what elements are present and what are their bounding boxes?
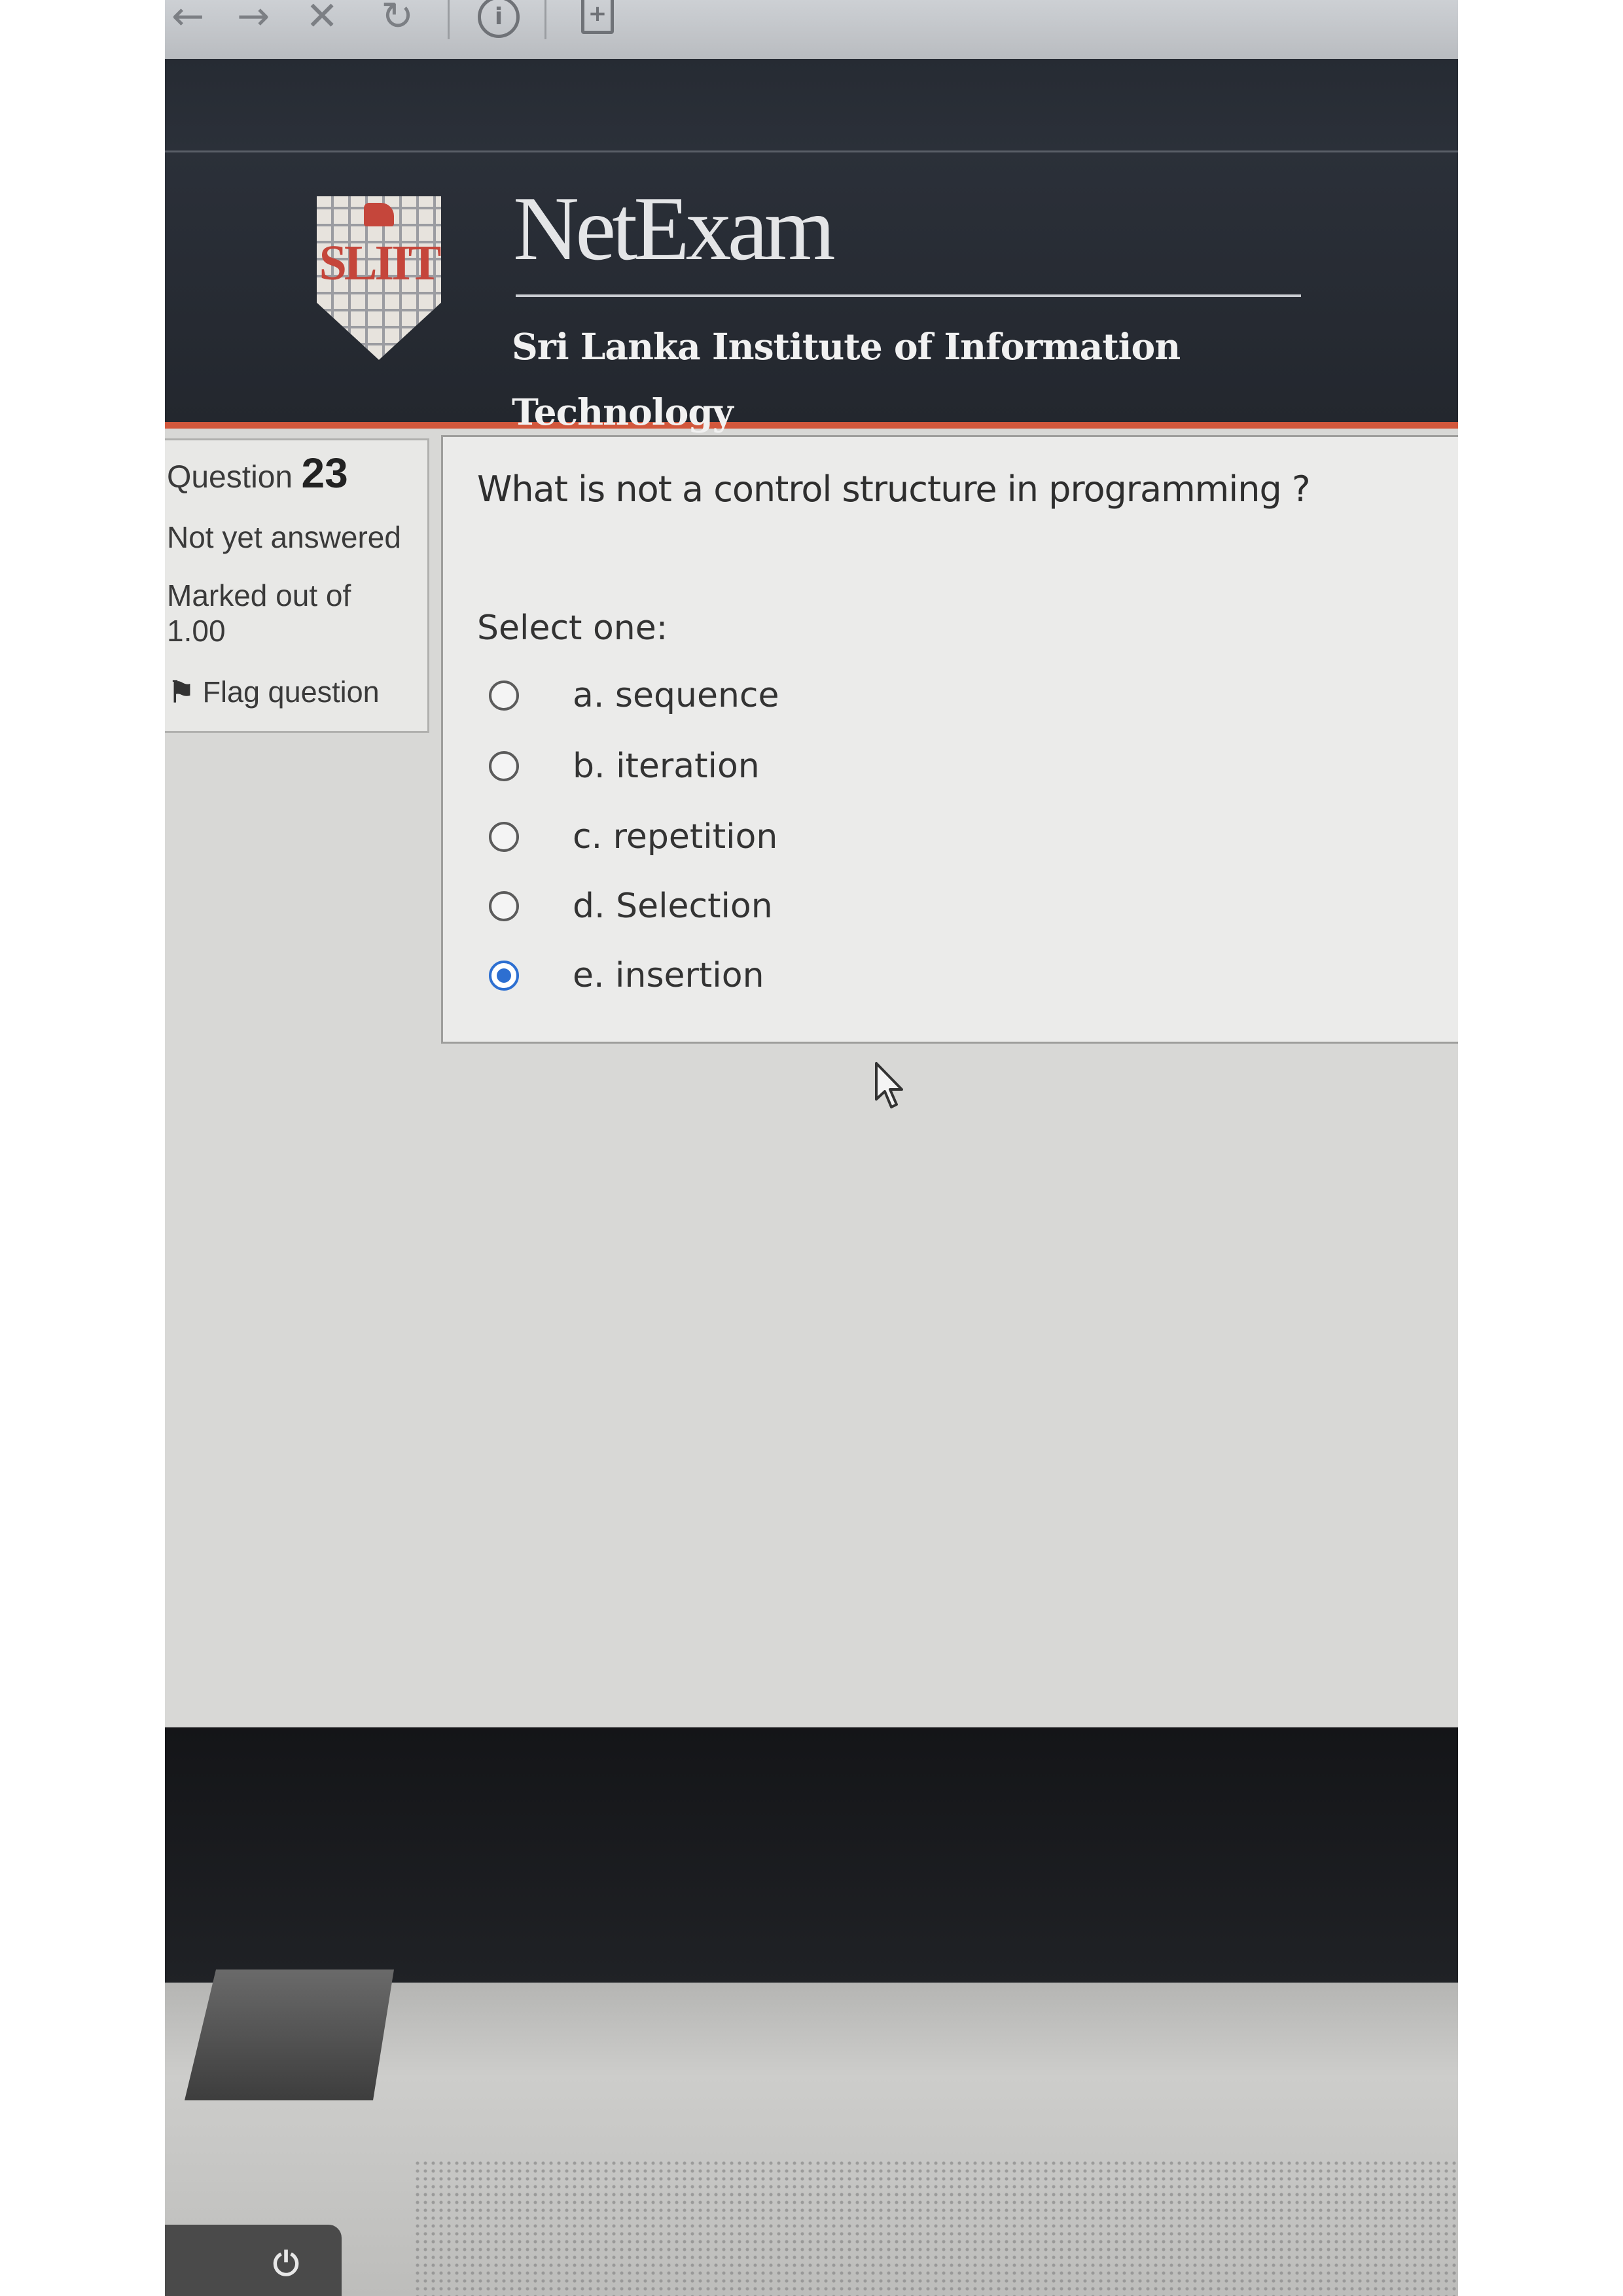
answer-option-e[interactable]: e. insertion bbox=[489, 953, 1078, 1005]
answer-option-a[interactable]: a. sequence bbox=[489, 673, 1078, 725]
radio-button[interactable] bbox=[489, 822, 519, 852]
header-divider bbox=[165, 150, 1458, 152]
question-label: Question bbox=[167, 460, 293, 495]
brand-title: NetExam bbox=[513, 178, 836, 279]
option-label: a. sequence bbox=[573, 676, 779, 715]
power-button-area: ⏻ bbox=[165, 2225, 342, 2296]
flag-icon: ⚑ bbox=[168, 675, 195, 709]
elephant-icon bbox=[364, 203, 394, 226]
mouse-cursor-icon bbox=[875, 1062, 903, 1108]
answer-option-c[interactable]: c. repetition bbox=[489, 814, 1078, 866]
reload-icon[interactable]: ↻ bbox=[381, 0, 414, 39]
toolbar-divider bbox=[448, 0, 450, 39]
select-prompt: Select one: bbox=[477, 609, 668, 648]
brand-rule bbox=[516, 294, 1301, 297]
radio-button[interactable] bbox=[489, 680, 519, 711]
question-number: 23 bbox=[301, 450, 348, 497]
flag-label: Flag question bbox=[202, 675, 380, 709]
answer-option-d[interactable]: d. Selection bbox=[489, 883, 1078, 936]
option-label: c. repetition bbox=[573, 817, 778, 857]
institute-name: Sri Lanka Institute of Information Techn… bbox=[512, 325, 1181, 433]
laptop-bezel bbox=[165, 1727, 1458, 1989]
answer-option-b[interactable]: b. iteration bbox=[489, 743, 1078, 796]
power-icon[interactable]: ⏻ bbox=[270, 2248, 302, 2280]
question-panel: What is not a control structure in progr… bbox=[441, 435, 1458, 1044]
option-label: d. Selection bbox=[573, 887, 773, 926]
flag-question-link[interactable]: ⚑ Flag question bbox=[168, 673, 380, 712]
marks-info: Marked out of 1.00 bbox=[167, 578, 351, 648]
question-info-panel: Question 23 Not yet answered Marked out … bbox=[165, 438, 429, 733]
laptop-hinge bbox=[185, 1969, 394, 2100]
answer-status: Not yet answered bbox=[167, 520, 401, 554]
radio-button-selected[interactable] bbox=[489, 961, 519, 991]
forward-icon[interactable]: → bbox=[237, 0, 270, 39]
sliit-logo: SLIIT bbox=[317, 196, 441, 360]
radio-button[interactable] bbox=[489, 891, 519, 921]
speaker-grille bbox=[414, 2159, 1458, 2296]
question-text: What is not a control structure in progr… bbox=[477, 468, 1311, 510]
option-label: b. iteration bbox=[573, 747, 760, 786]
option-label: e. insertion bbox=[573, 956, 764, 995]
page-icon[interactable]: + bbox=[581, 0, 614, 34]
back-icon[interactable]: ← bbox=[171, 0, 204, 39]
question-heading: Question 23 bbox=[167, 450, 348, 497]
photo-frame: ← → ✕ ↻ i + SLIIT NetExam Sri Lanka Inst… bbox=[165, 0, 1458, 2296]
info-icon[interactable]: i bbox=[478, 0, 520, 38]
toolbar-divider bbox=[544, 0, 546, 39]
radio-button[interactable] bbox=[489, 751, 519, 781]
site-header: SLIIT NetExam Sri Lanka Institute of Inf… bbox=[165, 59, 1458, 433]
stop-icon[interactable]: ✕ bbox=[306, 0, 338, 39]
browser-toolbar: ← → ✕ ↻ i + bbox=[165, 0, 1458, 59]
